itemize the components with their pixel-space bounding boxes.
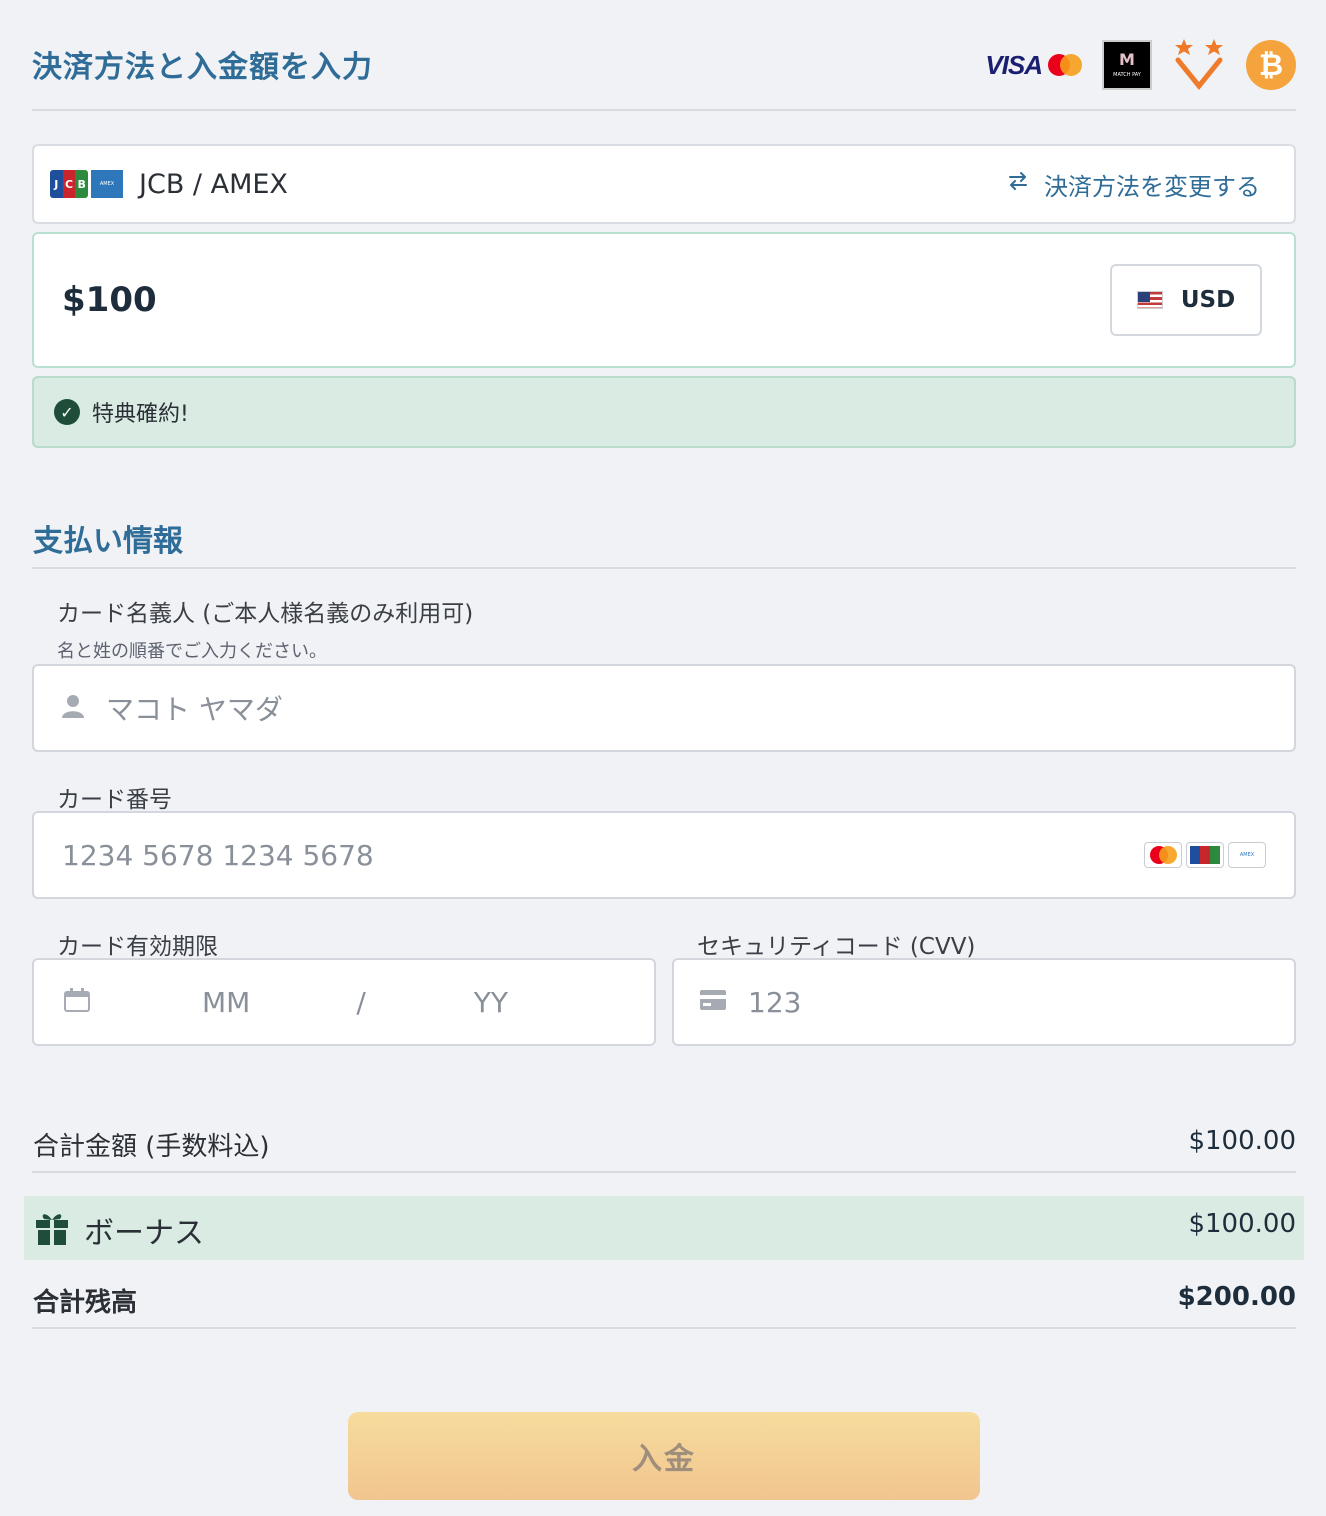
jcb-icon: JCB: [50, 170, 88, 198]
bonus-confirmed-banner: ✓ 特典確約!: [32, 376, 1296, 448]
subtotal-value: $100.00: [1188, 1126, 1296, 1156]
card-number-label: カード番号: [57, 787, 172, 813]
section-divider: [32, 567, 1296, 569]
holder-label: カード名義人 (ご本人様名義のみ利用可): [57, 601, 474, 627]
us-flag-icon: [1136, 291, 1163, 309]
amex-icon: AMEX: [1228, 842, 1266, 868]
bonus-value: $100.00: [1188, 1209, 1296, 1239]
payment-method-label: JCB / AMEX: [139, 168, 288, 200]
mastercard-icon: [1144, 842, 1182, 868]
card-number-input[interactable]: 1234 5678 1234 5678 AMEX: [32, 811, 1296, 899]
balance-value: $200.00: [1177, 1282, 1296, 1312]
expiry-input[interactable]: MM / YY: [32, 958, 656, 1046]
totals-divider: [32, 1171, 1296, 1173]
bonus-label: ボーナス: [84, 1216, 204, 1251]
cvv-input[interactable]: 123: [672, 958, 1296, 1046]
amount-value[interactable]: $100: [62, 280, 157, 320]
subtotal-label: 合計金額 (手数料込): [33, 1132, 270, 1162]
swap-icon: [1006, 169, 1030, 199]
check-circle-icon: ✓: [54, 399, 80, 425]
visa-mastercard-logo: VISA: [985, 50, 1082, 81]
currency-label: USD: [1180, 287, 1236, 313]
jcb-icon: [1186, 842, 1224, 868]
balance-label: 合計残高: [33, 1288, 138, 1318]
mastercard-icon: [1048, 54, 1082, 76]
visa-logo: VISA: [985, 49, 1043, 80]
gift-icon: [36, 1211, 68, 1249]
currency-select[interactable]: USD: [1110, 264, 1262, 336]
expiry-year-input[interactable]: YY: [474, 986, 508, 1019]
calendar-icon: [64, 988, 90, 1016]
amount-box[interactable]: $100 USD: [32, 232, 1296, 368]
expiry-label: カード有効期限: [57, 934, 218, 960]
header-divider: [32, 109, 1296, 111]
change-method-label: 決済方法を変更する: [1044, 172, 1260, 201]
balance-divider: [32, 1327, 1296, 1329]
bitcoin-icon: ₿: [1246, 40, 1296, 90]
card-holder-placeholder: マコト ヤマダ: [106, 693, 283, 726]
holder-hint: 名と姓の順番でご入力ください。: [57, 641, 327, 662]
cvv-placeholder: 123: [748, 985, 802, 1019]
credit-card-icon: [700, 990, 726, 1014]
matchpay-logo: M MATCH PAY: [1102, 40, 1152, 90]
expiry-separator: /: [356, 985, 366, 1019]
expiry-month-input[interactable]: MM: [202, 986, 250, 1019]
cvv-label: セキュリティコード (CVV): [697, 934, 976, 960]
change-method-button[interactable]: 決済方法を変更する: [1006, 167, 1260, 202]
section-title: 支払い情報: [33, 524, 183, 559]
amex-icon: AMEX: [91, 170, 123, 198]
deposit-button[interactable]: 入金: [348, 1412, 980, 1500]
payment-logos: VISA M MATCH PAY ₿: [985, 38, 1296, 92]
card-brand-icons: AMEX: [1144, 842, 1266, 868]
bonus-row: [24, 1196, 1304, 1260]
payment-method-row[interactable]: JCB AMEX JCB / AMEX 決済方法を変更する: [32, 144, 1296, 224]
user-icon: [62, 694, 84, 722]
card-number-placeholder: 1234 5678 1234 5678: [62, 838, 374, 872]
bonus-confirmed-text: 特典確約!: [92, 402, 189, 427]
page-title: 決済方法と入金額を入力: [32, 50, 373, 85]
stars-logo-icon: [1172, 36, 1226, 94]
card-holder-input[interactable]: マコト ヤマダ: [32, 664, 1296, 752]
